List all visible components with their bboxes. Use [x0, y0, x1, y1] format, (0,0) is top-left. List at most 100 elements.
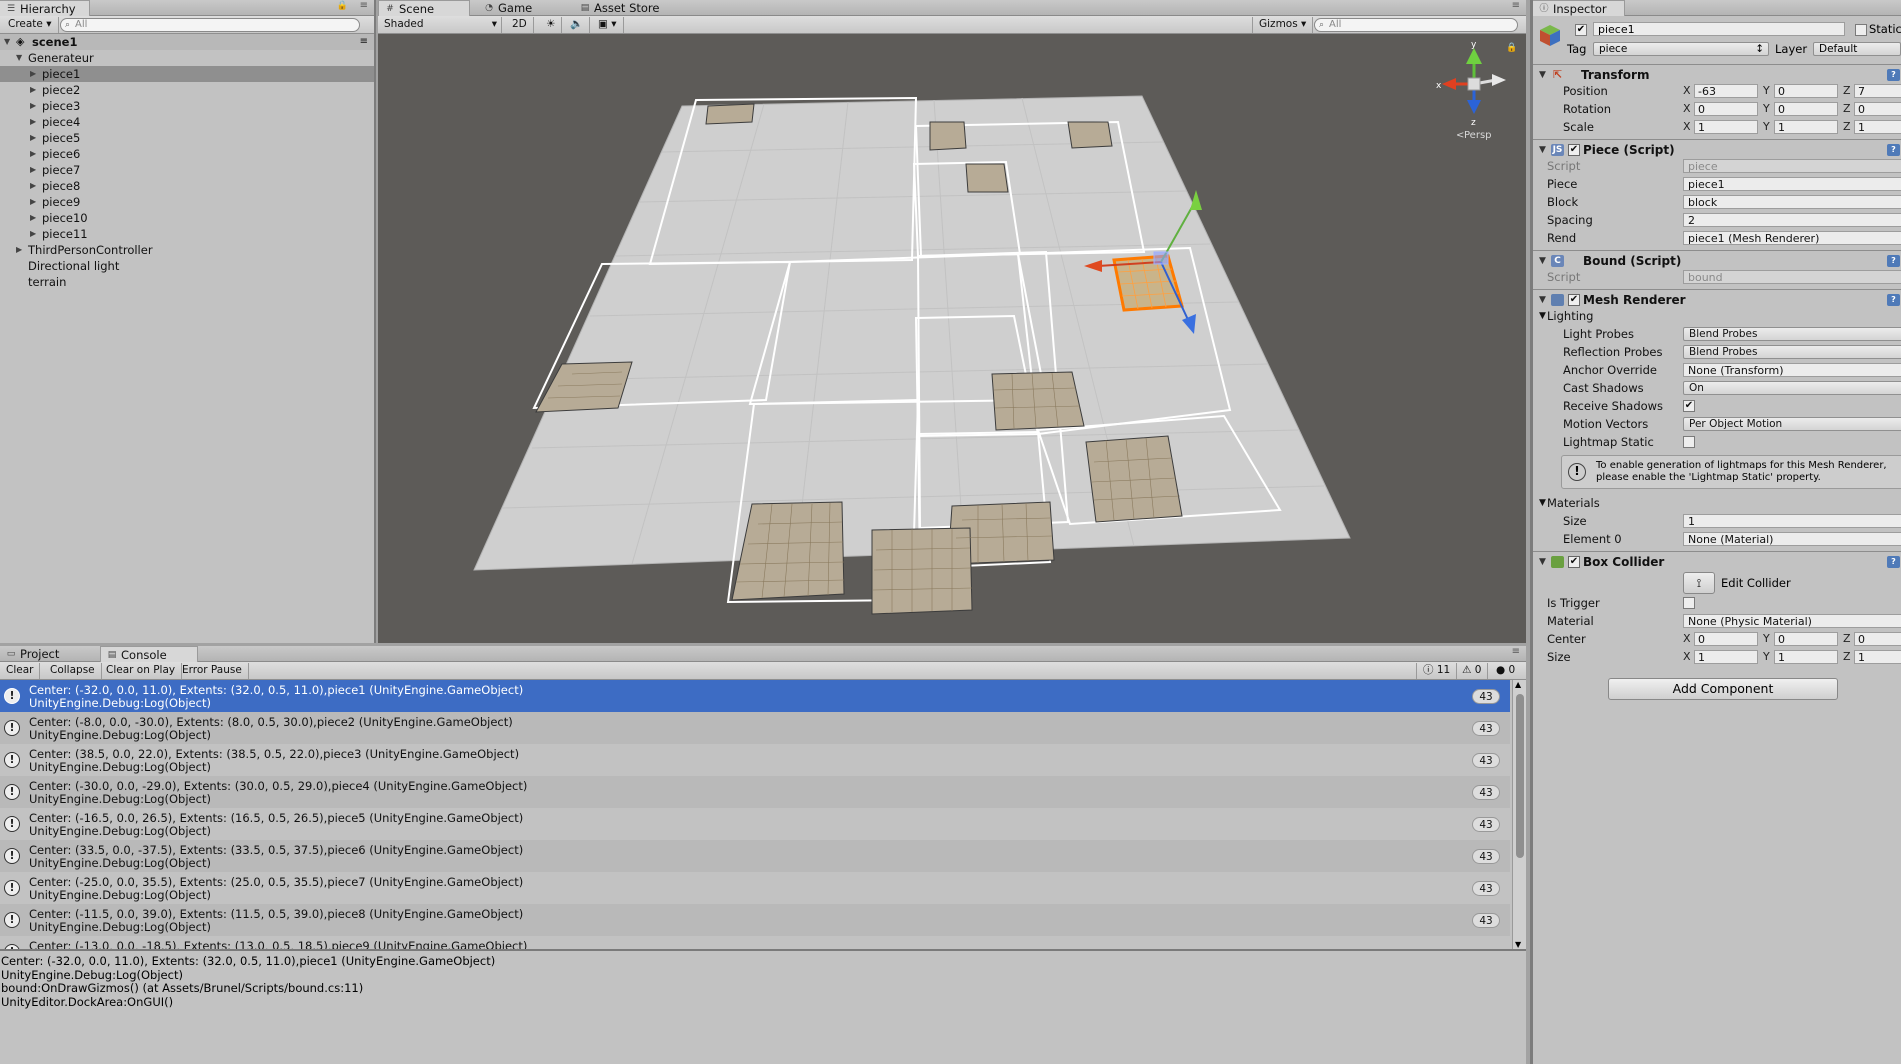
position-x-field[interactable]: -63 [1694, 84, 1758, 98]
help-icon[interactable]: ? [1887, 294, 1900, 306]
hierarchy-item[interactable]: ▼ Generateur [0, 50, 374, 66]
collider-material-field[interactable]: None (Physic Material) [1683, 614, 1901, 628]
add-component-button[interactable]: Add Component [1608, 678, 1838, 700]
position-z-field[interactable]: 7 [1854, 84, 1901, 98]
hierarchy-item[interactable]: ▶ piece7 [0, 162, 374, 178]
transform-header[interactable]: ▼ ⇱ Transform ? [1533, 64, 1901, 84]
console-scrollbar[interactable]: ▲ ▼ [1512, 680, 1526, 949]
console-log-entry[interactable]: ! Center: (-25.0, 0.0, 35.5), Extents: (2… [0, 872, 1510, 904]
scene-view[interactable]: # Scene ◔ Game ▤ Asset Store ≡ Shaded ▾ … [378, 0, 1526, 643]
anchor-override-field[interactable]: None (Transform) [1683, 363, 1901, 377]
piece-script-row-field[interactable]: piece1 (Mesh Renderer) [1683, 231, 1901, 245]
hierarchy-item[interactable]: ▶ ThirdPersonController [0, 242, 374, 258]
panel-menu-icon[interactable]: ≡ [1512, 646, 1520, 657]
reflection-probes-dropdown[interactable]: Blend Probes [1683, 345, 1901, 359]
collapsed-arrow-icon[interactable]: ▶ [30, 66, 36, 82]
clear-button[interactable]: Clear [0, 663, 41, 679]
mesh-renderer-header[interactable]: ▼ ✔ Mesh Renderer ? [1533, 289, 1901, 309]
collapsed-arrow-icon[interactable]: ▶ [16, 242, 22, 258]
edit-collider-button[interactable]: ⟟ [1683, 572, 1715, 594]
scrollbar-thumb[interactable] [1516, 694, 1524, 858]
lock-icon[interactable]: 🔒 [337, 1, 348, 11]
piece-script-header[interactable]: ▼ JS ✔ Piece (Script) ? [1533, 139, 1901, 159]
box-collider-enabled-checkbox[interactable]: ✔ [1568, 556, 1580, 568]
piece-script-row-field[interactable]: piece1 [1683, 177, 1901, 191]
shading-mode-dropdown[interactable]: Shaded ▾ [378, 17, 502, 33]
element0-field[interactable]: None (Material) [1683, 532, 1901, 546]
error-pause-button[interactable]: Error Pause [176, 663, 249, 679]
hierarchy-item[interactable]: ▶ piece10 [0, 210, 374, 226]
tab-asset-store[interactable]: ▤ Asset Store [574, 0, 684, 16]
persp-label[interactable]: Persp [1464, 130, 1492, 141]
tab-inspector[interactable]: ⓘ Inspector [1533, 0, 1625, 16]
collapsed-arrow-icon[interactable]: ▶ [30, 114, 36, 130]
help-icon[interactable]: ? [1887, 69, 1900, 81]
lightmap-static-checkbox[interactable] [1683, 436, 1695, 448]
lighting-foldout[interactable]: ▼ Lighting [1533, 307, 1901, 325]
hierarchy-item[interactable]: ▶ piece3 [0, 98, 374, 114]
console-log-entry[interactable]: ! Center: (-8.0, 0.0, -30.0), Extents: (8… [0, 712, 1510, 744]
audio-toggle-icon[interactable]: 🔈 [564, 17, 591, 33]
collider-size-x-field[interactable]: 1 [1694, 650, 1758, 664]
help-icon[interactable]: ? [1887, 144, 1900, 156]
console-log-entry[interactable]: ! Center: (-32.0, 0.0, 11.0), Extents: (3… [0, 680, 1510, 712]
bound-script-header[interactable]: ▼ C Bound (Script) ? [1533, 250, 1901, 270]
create-button[interactable]: Create ▾ [2, 17, 59, 33]
materials-size-field[interactable]: 1 [1683, 514, 1901, 528]
cast-shadows-dropdown[interactable]: On [1683, 381, 1901, 395]
collapse-arrow-icon[interactable]: ▼ [1539, 494, 1546, 512]
collapse-arrow-icon[interactable]: ▼ [1539, 552, 1546, 572]
scale-z-field[interactable]: 1 [1854, 120, 1901, 134]
orientation-gizmo[interactable]: y x z < Persp 🔒 [1436, 40, 1517, 141]
center-x-field[interactable]: 0 [1694, 632, 1758, 646]
center-y-field[interactable]: 0 [1774, 632, 1838, 646]
center-z-field[interactable]: 0 [1854, 632, 1901, 646]
error-filter-toggle[interactable]: ● 0 [1490, 663, 1521, 679]
position-y-field[interactable]: 0 [1774, 84, 1838, 98]
light-probes-dropdown[interactable]: Blend Probes [1683, 327, 1901, 341]
scroll-down-icon[interactable]: ▼ [1515, 940, 1521, 949]
expand-arrow-icon[interactable]: ▼ [4, 34, 10, 50]
collapsed-arrow-icon[interactable]: ▶ [30, 82, 36, 98]
collapsed-arrow-icon[interactable]: ▶ [30, 226, 36, 242]
console-log-entry[interactable]: !Center: (-13.0, 0.0, -18.5), Extents: (… [0, 936, 1510, 949]
collapsed-arrow-icon[interactable]: ▶ [30, 178, 36, 194]
tab-project[interactable]: ▭ Project [0, 646, 96, 662]
y-axis-handle[interactable] [1190, 190, 1202, 210]
collapsed-arrow-icon[interactable]: ▶ [30, 162, 36, 178]
piece-script-enabled-checkbox[interactable]: ✔ [1568, 144, 1580, 156]
mesh-renderer-enabled-checkbox[interactable]: ✔ [1568, 294, 1580, 306]
active-checkbox[interactable]: ✔ [1575, 24, 1587, 36]
motion-vectors-dropdown[interactable]: Per Object Motion [1683, 417, 1901, 431]
hierarchy-item[interactable]: ▶ piece6 [0, 146, 374, 162]
rotation-z-field[interactable]: 0 [1854, 102, 1901, 116]
console-log-entry[interactable]: ! Center: (38.5, 0.0, 22.0), Extents: (38… [0, 744, 1510, 776]
scale-y-field[interactable]: 1 [1774, 120, 1838, 134]
gizmos-dropdown[interactable]: Gizmos ▾ [1252, 17, 1314, 33]
clear-on-play-button[interactable]: Clear on Play [100, 663, 183, 679]
terrain-plane[interactable] [473, 95, 1351, 571]
lock-icon[interactable]: 🔒 [1506, 42, 1517, 53]
collapsed-arrow-icon[interactable]: ▶ [30, 146, 36, 162]
help-icon[interactable]: ? [1887, 556, 1900, 568]
is-trigger-checkbox[interactable] [1683, 597, 1695, 609]
collapse-arrow-icon[interactable]: ▼ [1539, 307, 1546, 325]
object-name-field[interactable]: piece1 [1593, 22, 1845, 36]
scene-viewport[interactable]: y x z < Persp 🔒 [378, 34, 1526, 643]
scale-x-field[interactable]: 1 [1694, 120, 1758, 134]
hierarchy-item[interactable]: Directional light [0, 258, 374, 274]
hierarchy-item[interactable]: ▶ piece5 [0, 130, 374, 146]
collider-size-z-field[interactable]: 1 [1854, 650, 1901, 664]
tab-game[interactable]: ◔ Game [478, 0, 564, 16]
scene-menu-icon[interactable]: ≡ [1512, 0, 1520, 11]
piece-script-row-field[interactable]: block [1683, 195, 1901, 209]
materials-foldout[interactable]: ▼ Materials [1533, 494, 1901, 512]
collapsed-arrow-icon[interactable]: ▶ [30, 130, 36, 146]
scroll-up-icon[interactable]: ▲ [1515, 680, 1521, 689]
console-log-entry[interactable]: ! Center: (-11.5, 0.0, 39.0), Extents: (1… [0, 904, 1510, 936]
hierarchy-item[interactable]: ▶ piece2 [0, 82, 374, 98]
warning-filter-toggle[interactable]: ⚠ 0 [1456, 663, 1489, 679]
collapsed-arrow-icon[interactable]: ▶ [30, 194, 36, 210]
collapsed-arrow-icon[interactable]: ▶ [30, 210, 36, 226]
console-log-entry[interactable]: ! Center: (-16.5, 0.0, 26.5), Extents: (1… [0, 808, 1510, 840]
